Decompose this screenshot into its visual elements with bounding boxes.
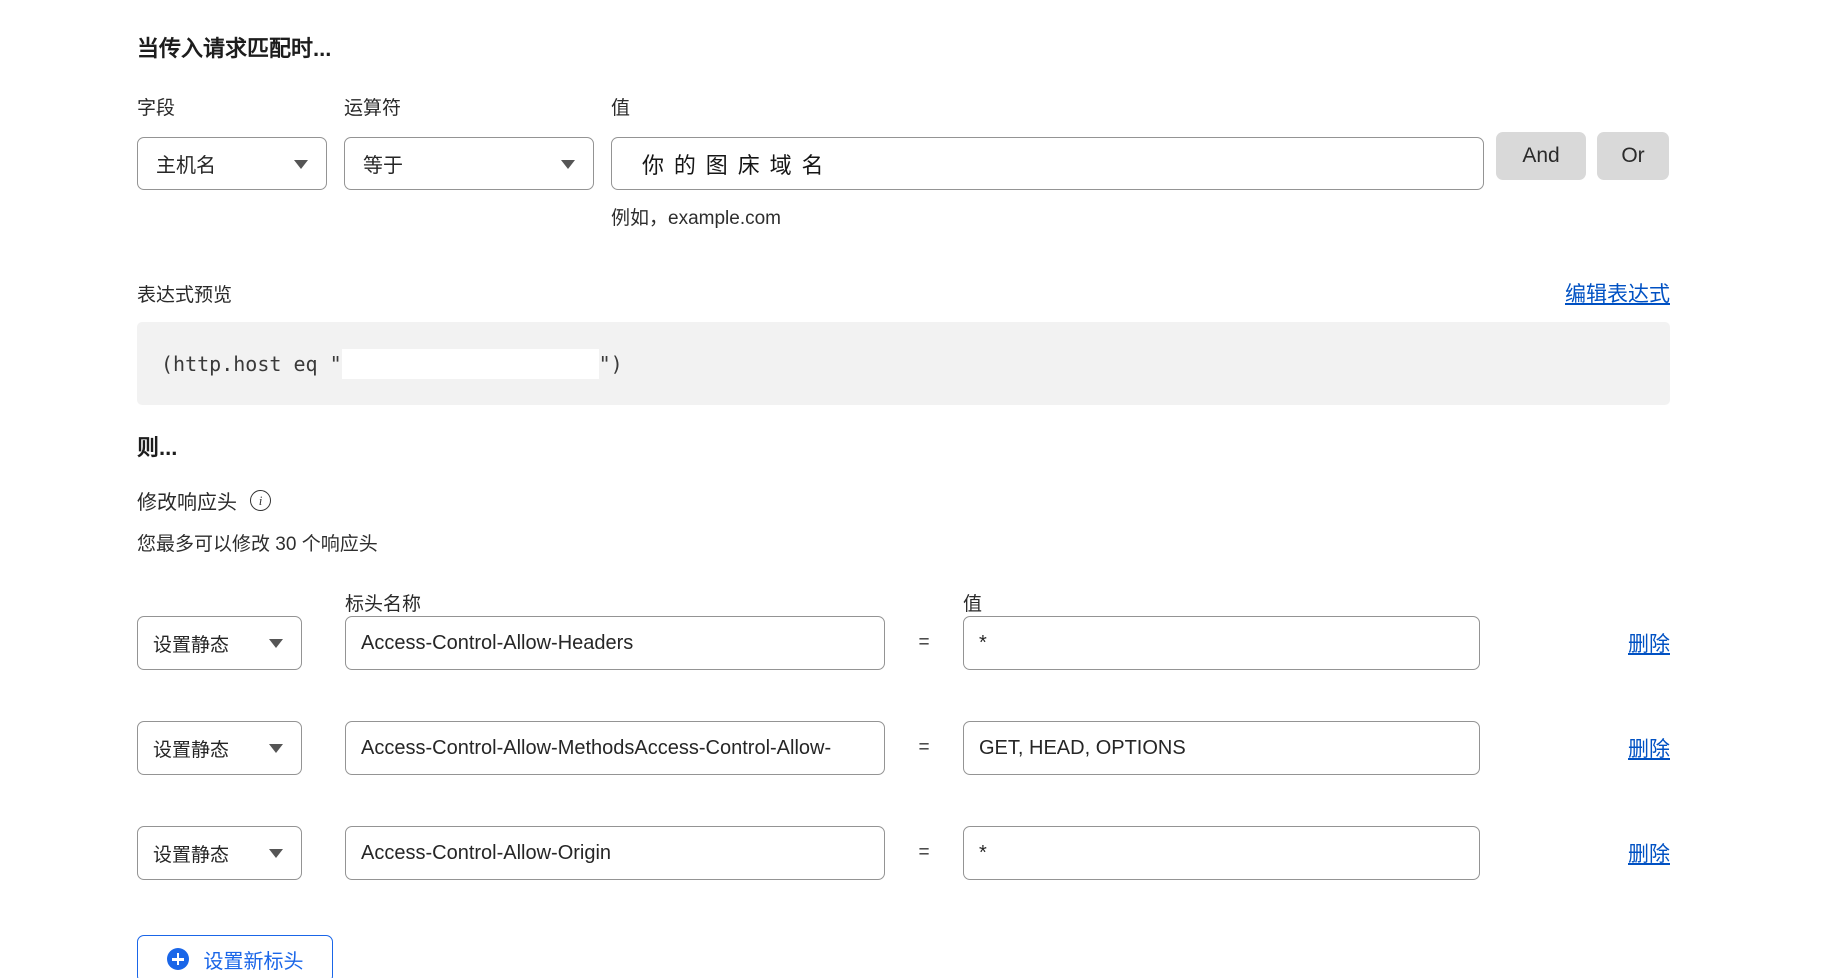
modify-response-header-label: 修改响应头: [137, 486, 237, 515]
field-select-value: 主机名: [156, 149, 216, 178]
row-2-action-value: 设置静态: [153, 735, 229, 762]
then-section-title: 则...: [137, 430, 1670, 462]
expression-preview-box: (http.host eq " "): [137, 322, 1670, 405]
row-3-header-value-input[interactable]: [963, 826, 1480, 880]
row-3-header-name-input[interactable]: [345, 826, 885, 880]
rule-editor: 当传入请求匹配时... 字段 主机名 运算符 等于 值 例如，example.c…: [137, 0, 1670, 978]
operator-select[interactable]: 等于: [344, 137, 594, 190]
chevron-down-icon: [269, 849, 283, 858]
chevron-down-icon: [269, 744, 283, 753]
set-new-header-label: 设置新标头: [204, 945, 304, 974]
operator-select-value: 等于: [363, 149, 403, 178]
field-select[interactable]: 主机名: [137, 137, 327, 190]
row-1-equals-sign: =: [885, 632, 963, 654]
header-row: 设置静态 = 删除: [137, 616, 1670, 670]
or-button[interactable]: Or: [1597, 132, 1669, 180]
condition-row: 字段 主机名 运算符 等于 值 例如，example.com And Or: [137, 93, 1670, 230]
header-limit-text: 您最多可以修改 30 个响应头: [137, 529, 1670, 556]
row-2-delete-link[interactable]: 删除: [1628, 738, 1670, 761]
field-label: 字段: [137, 93, 327, 120]
value-label: 值: [611, 93, 1484, 120]
operator-label: 运算符: [344, 93, 594, 120]
expression-preview-label: 表达式预览: [137, 280, 232, 307]
and-button[interactable]: And: [1496, 132, 1586, 180]
value-helper-text: 例如，example.com: [611, 203, 1484, 230]
value-input[interactable]: [611, 137, 1484, 190]
row-3-equals-sign: =: [885, 842, 963, 864]
edit-expression-link[interactable]: 编辑表达式: [1565, 278, 1670, 308]
row-1-action-select[interactable]: 设置静态: [137, 616, 302, 670]
row-2-action-select[interactable]: 设置静态: [137, 721, 302, 775]
row-2-header-name-input[interactable]: [345, 721, 885, 775]
row-3-action-value: 设置静态: [153, 840, 229, 867]
set-new-header-button[interactable]: 设置新标头: [137, 935, 333, 978]
row-1-header-value-input[interactable]: [963, 616, 1480, 670]
row-3-delete-link[interactable]: 删除: [1628, 843, 1670, 866]
row-2-header-value-input[interactable]: [963, 721, 1480, 775]
info-icon[interactable]: i: [250, 490, 271, 511]
plus-icon: [167, 948, 189, 970]
redacted-value-box: [342, 349, 599, 379]
header-row: 设置静态 = 删除: [137, 721, 1670, 775]
row-1-header-name-input[interactable]: [345, 616, 885, 670]
row-3-action-select[interactable]: 设置静态: [137, 826, 302, 880]
chevron-down-icon: [561, 160, 575, 169]
row-2-equals-sign: =: [885, 737, 963, 759]
chevron-down-icon: [269, 639, 283, 648]
expression-code: (http.host eq " "): [161, 349, 623, 379]
row-1-delete-link[interactable]: 删除: [1628, 633, 1670, 656]
when-section-title: 当传入请求匹配时...: [137, 0, 1670, 63]
header-row: 设置静态 = 删除: [137, 826, 1670, 880]
expression-code-prefix: (http.host eq ": [161, 352, 342, 376]
chevron-down-icon: [294, 160, 308, 169]
expression-code-suffix: "): [599, 352, 623, 376]
row-1-action-value: 设置静态: [153, 630, 229, 657]
header-name-column-label: 标头名称: [345, 589, 885, 616]
header-value-column-label: 值: [963, 589, 1480, 616]
